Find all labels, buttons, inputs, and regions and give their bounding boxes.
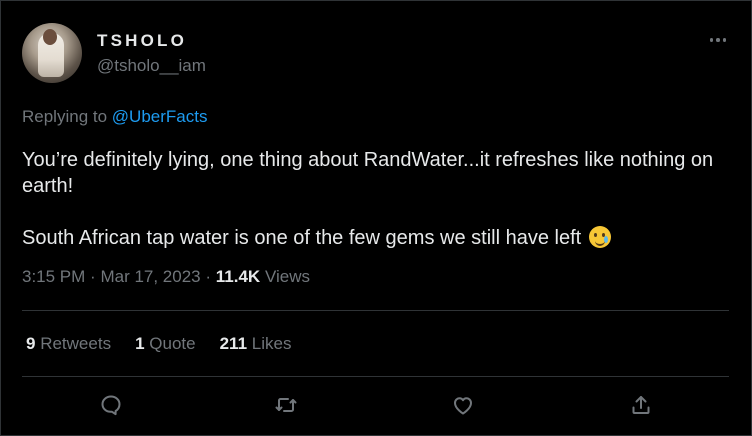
action-bar xyxy=(22,387,729,423)
like-button[interactable] xyxy=(445,387,481,423)
tweet-paragraph-2-text: South African tap water is one of the fe… xyxy=(22,227,582,249)
tweet-paragraph-2: South African tap water is one of the fe… xyxy=(22,225,722,251)
like-icon xyxy=(454,397,472,415)
likes-label: Likes xyxy=(251,334,292,353)
likes-count: 211 xyxy=(219,334,248,353)
divider xyxy=(22,376,729,377)
reply-icon xyxy=(101,395,121,416)
more-options-button[interactable] xyxy=(703,27,733,53)
retweets-stat[interactable]: 9 Retweets xyxy=(26,334,111,354)
tweet-meta: 3:15 PM · Mar 17, 2023 · 11.4K Views xyxy=(22,267,310,287)
tweet-text: You’re definitely lying, one thing about… xyxy=(22,147,722,251)
avatar-head xyxy=(43,29,57,45)
likes-stat[interactable]: 211 Likes xyxy=(220,334,292,354)
views-count: 11.4K xyxy=(215,267,261,286)
retweet-button[interactable] xyxy=(268,387,304,423)
divider xyxy=(22,310,729,311)
username-handle[interactable]: @tsholo__iam xyxy=(97,56,206,76)
meta-separator: · xyxy=(90,267,96,286)
tweet-paragraph-1: You’re definitely lying, one thing about… xyxy=(22,149,714,197)
dot-icon xyxy=(722,38,727,42)
tweet-date[interactable]: Mar 17, 2023 xyxy=(100,267,200,286)
quotes-stat[interactable]: 1 Quote xyxy=(135,334,196,354)
mention-link[interactable]: @UberFacts xyxy=(112,107,208,126)
replying-to-label: Replying to xyxy=(22,107,108,126)
retweets-count: 9 xyxy=(26,334,36,353)
dot-icon xyxy=(709,38,714,42)
share-icon xyxy=(632,396,650,414)
meta-separator: · xyxy=(205,267,212,286)
tweet-time[interactable]: 3:15 PM xyxy=(22,267,85,286)
retweet-icon xyxy=(275,398,297,412)
engagement-stats: 9 Retweets 1 Quote 211 Likes xyxy=(26,334,315,354)
avatar[interactable] xyxy=(22,23,82,83)
dot-icon xyxy=(716,38,720,42)
retweets-label: Retweets xyxy=(40,334,112,353)
display-name[interactable]: TSHOLO xyxy=(97,31,187,51)
smiling-face-with-tear-icon xyxy=(588,226,611,248)
reply-button[interactable] xyxy=(93,387,129,423)
quotes-count: 1 xyxy=(135,334,145,353)
replying-to: Replying to @UberFacts xyxy=(22,107,207,127)
views-label: Views xyxy=(264,267,310,286)
tweet-card: TSHOLO @tsholo__iam Replying to @UberFac… xyxy=(0,0,752,436)
share-button[interactable] xyxy=(623,387,659,423)
quotes-label: Quote xyxy=(149,334,196,353)
